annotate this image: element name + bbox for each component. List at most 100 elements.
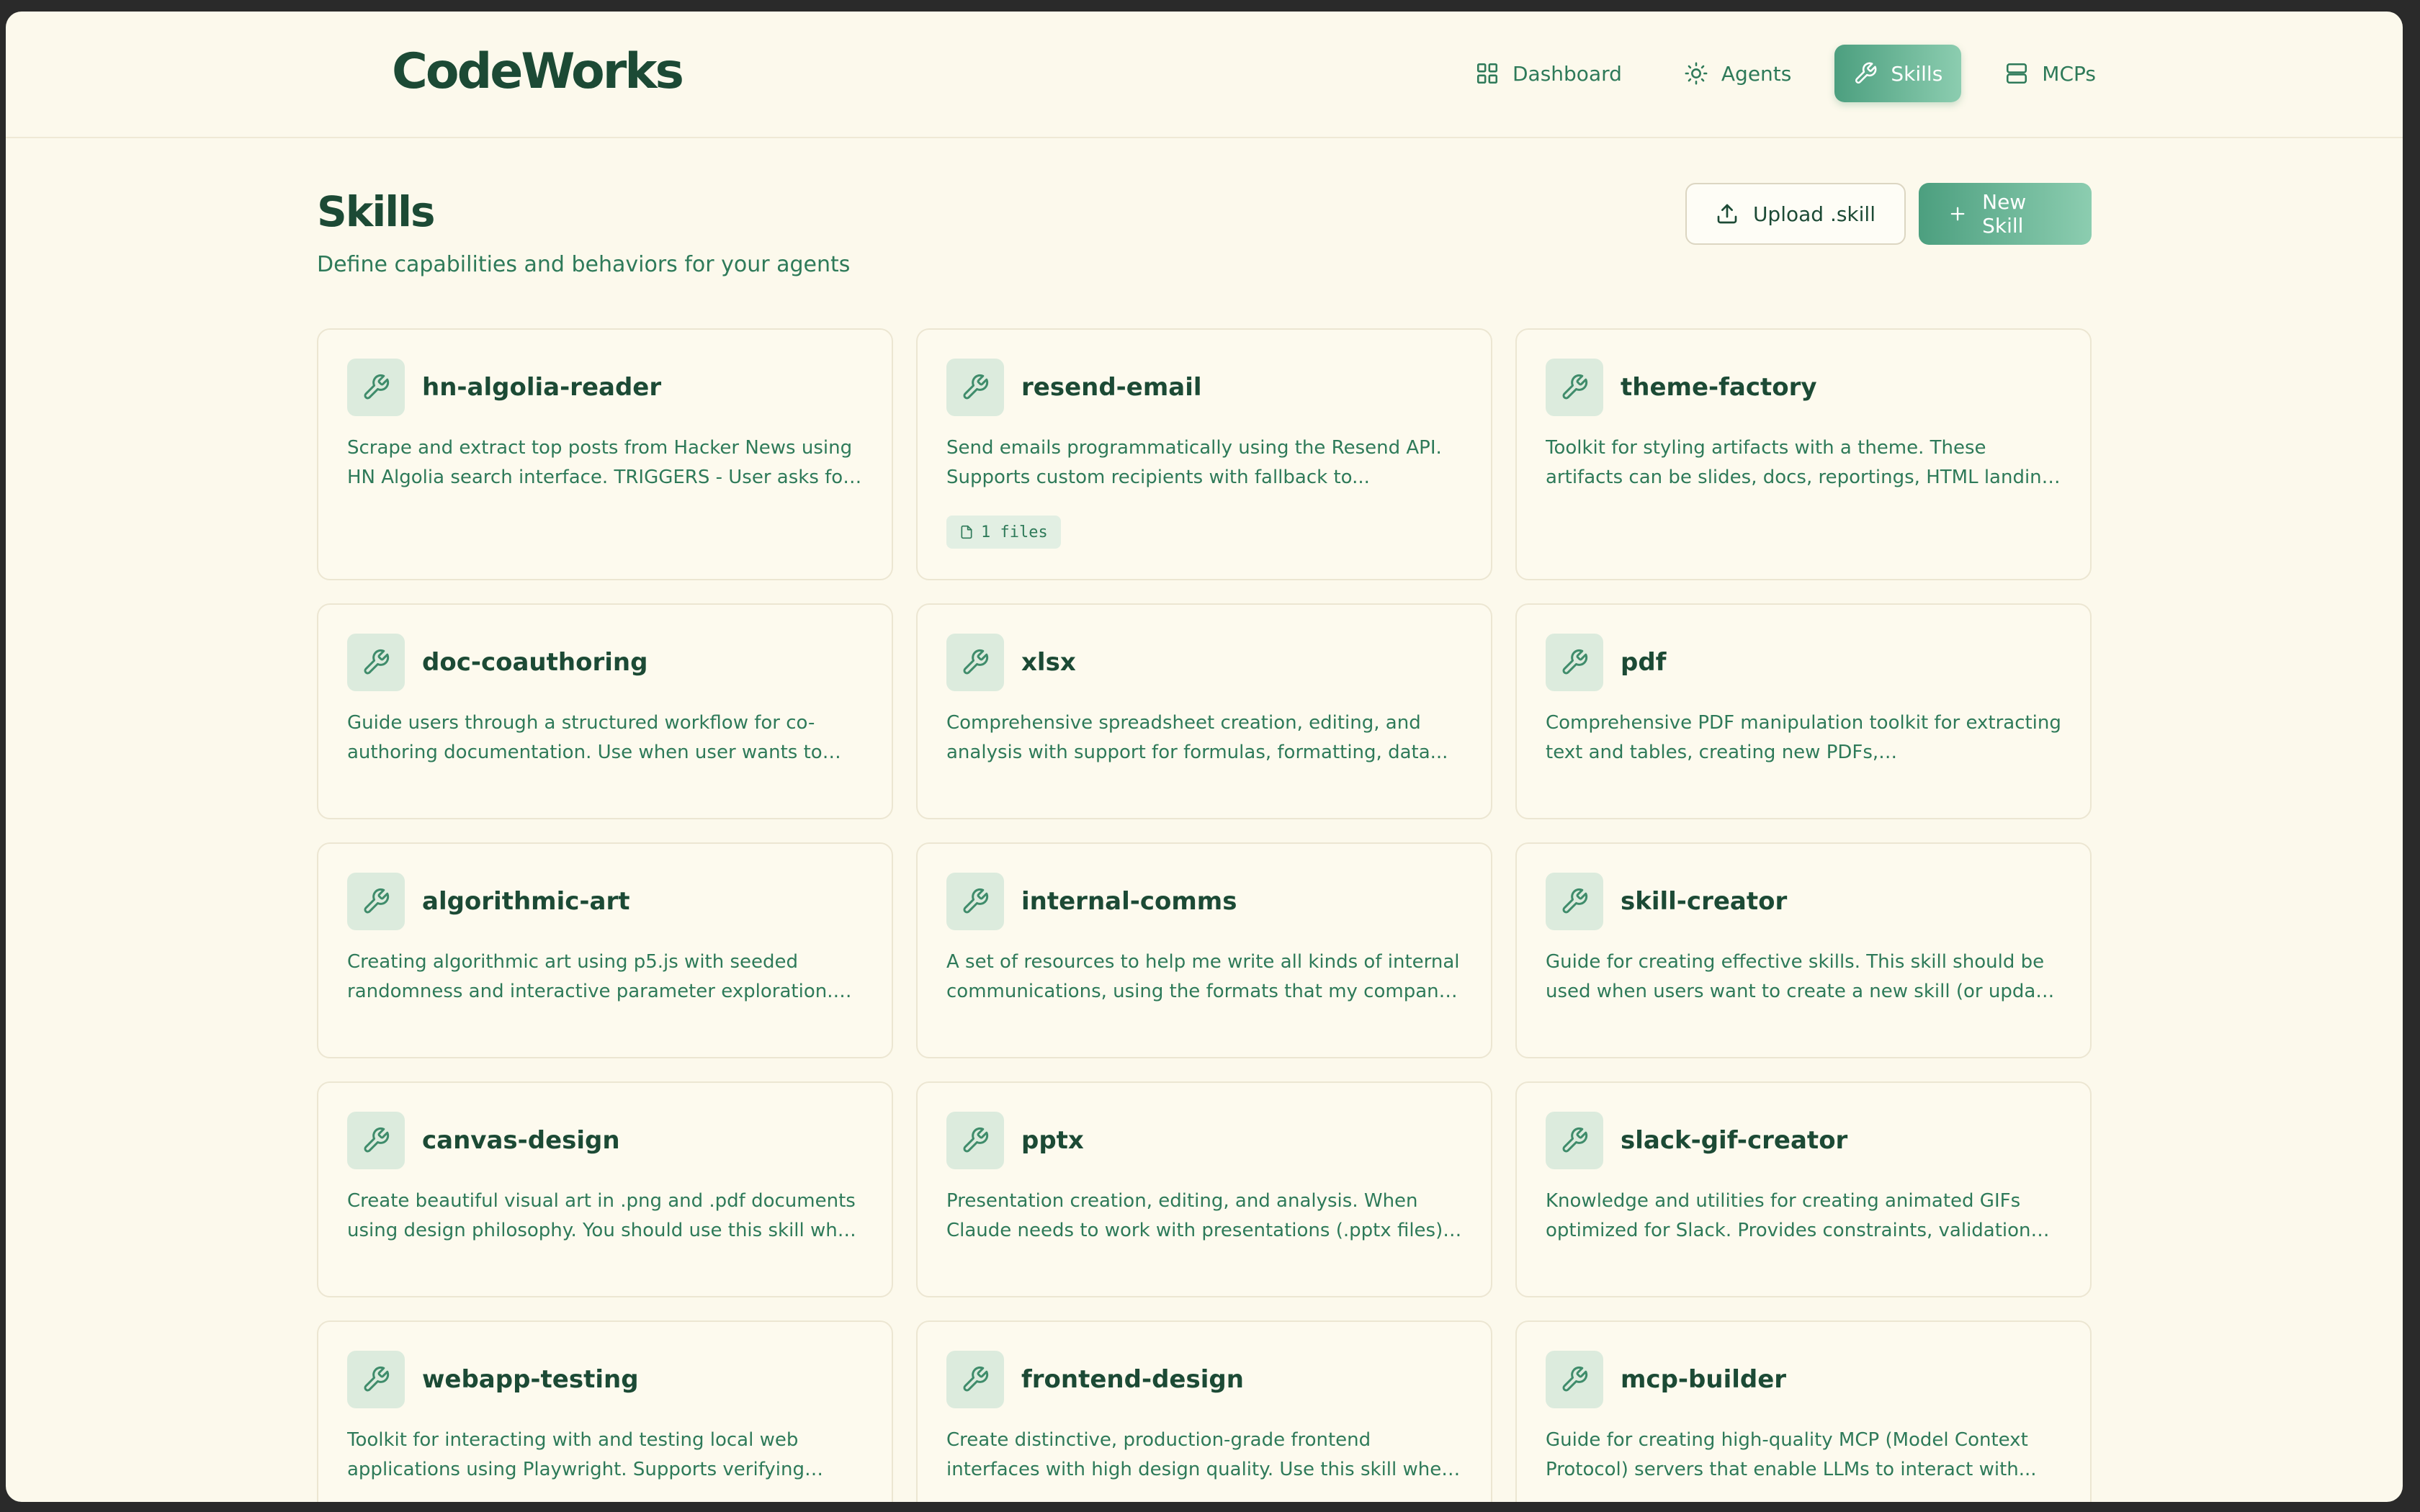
skill-card-webapp-testing[interactable]: webapp-testing Toolkit for interacting w… bbox=[317, 1320, 893, 1502]
skill-card-canvas-design[interactable]: canvas-design Create beautiful visual ar… bbox=[317, 1081, 893, 1297]
skill-card-header: hn-algolia-reader bbox=[347, 359, 863, 416]
skill-icon-box bbox=[1546, 1351, 1603, 1408]
skill-card-header: resend-email bbox=[946, 359, 1462, 416]
skill-card-header: theme-factory bbox=[1546, 359, 2061, 416]
files-badge: 1 files bbox=[946, 516, 1061, 549]
skills-grid: hn-algolia-reader Scrape and extract top… bbox=[317, 328, 2092, 1502]
skill-card-header: frontend-design bbox=[946, 1351, 1462, 1408]
skill-card-hn-algolia-reader[interactable]: hn-algolia-reader Scrape and extract top… bbox=[317, 328, 893, 580]
app-window: CodeWorks Dashboard Agents Skills MCPs S… bbox=[6, 12, 2403, 1502]
wrench-icon bbox=[1562, 1127, 1588, 1153]
skill-name: pdf bbox=[1621, 648, 1667, 677]
file-icon bbox=[961, 525, 972, 539]
wrench-icon bbox=[364, 888, 390, 914]
skill-description: Creating algorithmic art using p5.js wit… bbox=[347, 951, 833, 1002]
wrench-icon bbox=[963, 1127, 989, 1153]
grid-icon bbox=[1476, 63, 1498, 84]
skill-description: Toolkit for interacting with and testing… bbox=[347, 1429, 805, 1480]
skill-card-pdf[interactable]: pdf Comprehensive PDF manipulation toolk… bbox=[1515, 603, 2092, 819]
skill-card-header: algorithmic-art bbox=[347, 873, 863, 930]
nav-mcps-label: MCPs bbox=[2042, 61, 2096, 86]
skill-card-header: pdf bbox=[1546, 634, 2061, 691]
app-logo[interactable]: CodeWorks bbox=[392, 43, 684, 100]
skill-description: Guide users through a structured workflo… bbox=[347, 712, 823, 763]
skill-card-resend-email[interactable]: resend-email Send emails programmaticall… bbox=[916, 328, 1492, 580]
skill-description: Guide for creating high-quality MCP (Mod… bbox=[1546, 1429, 2037, 1480]
skill-description: Guide for creating effective skills. Thi… bbox=[1546, 951, 2055, 1002]
skill-description: Toolkit for styling artifacts with a the… bbox=[1546, 437, 2054, 488]
wrench-icon bbox=[963, 888, 989, 914]
skill-card-header: webapp-testing bbox=[347, 1351, 863, 1408]
skill-icon-box bbox=[946, 1351, 1004, 1408]
plus-icon bbox=[1950, 207, 1965, 221]
wrench-icon bbox=[364, 1127, 390, 1153]
skill-card-mcp-builder[interactable]: mcp-builder Guide for creating high-qual… bbox=[1515, 1320, 2092, 1502]
files-badge-label: 1 files bbox=[981, 523, 1048, 541]
skill-icon-box bbox=[946, 873, 1004, 930]
skill-name: slack-gif-creator bbox=[1621, 1126, 1848, 1155]
wrench-icon bbox=[1562, 888, 1588, 914]
wrench-icon bbox=[364, 1366, 390, 1392]
skill-name: webapp-testing bbox=[422, 1365, 639, 1394]
skill-card-doc-coauthoring[interactable]: doc-coauthoring Guide users through a st… bbox=[317, 603, 893, 819]
skill-icon-box bbox=[347, 1351, 405, 1408]
skill-card-pptx[interactable]: pptx Presentation creation, editing, and… bbox=[916, 1081, 1492, 1297]
skill-description: Knowledge and utilities for creating ani… bbox=[1546, 1190, 2031, 1241]
skill-card-header: canvas-design bbox=[347, 1112, 863, 1169]
nav-dashboard[interactable]: Dashboard bbox=[1456, 45, 1641, 102]
skill-description: Scrape and extract top posts from Hacker… bbox=[347, 437, 853, 488]
skill-card-header: mcp-builder bbox=[1546, 1351, 2061, 1408]
page-title: Skills bbox=[317, 187, 436, 236]
nav-agents-label: Agents bbox=[1721, 61, 1792, 86]
skill-card-slack-gif-creator[interactable]: slack-gif-creator Knowledge and utilitie… bbox=[1515, 1081, 2092, 1297]
wrench-icon bbox=[1562, 374, 1588, 400]
page-subtitle: Define capabilities and behaviors for yo… bbox=[317, 252, 851, 277]
upload-icon bbox=[1717, 204, 1737, 224]
skill-description: Comprehensive PDF manipulation toolkit f… bbox=[1546, 712, 2061, 763]
upload-skill-button[interactable]: Upload .skill bbox=[1685, 183, 1906, 245]
skill-name: resend-email bbox=[1021, 373, 1202, 402]
top-header: CodeWorks Dashboard Agents Skills MCPs bbox=[6, 12, 2403, 138]
skill-icon-box bbox=[1546, 1112, 1603, 1169]
skill-icon-box bbox=[946, 634, 1004, 691]
nav-mcps[interactable]: MCPs bbox=[1986, 45, 2115, 102]
skill-card-internal-comms[interactable]: internal-comms A set of resources to hel… bbox=[916, 842, 1492, 1058]
server-icon bbox=[2007, 63, 2027, 84]
skill-card-xlsx[interactable]: xlsx Comprehensive spreadsheet creation,… bbox=[916, 603, 1492, 819]
skill-name: skill-creator bbox=[1621, 887, 1788, 916]
new-skill-button[interactable]: New Skill bbox=[1919, 183, 2092, 245]
wrench-icon bbox=[1562, 1366, 1588, 1392]
skill-card-header: doc-coauthoring bbox=[347, 634, 863, 691]
new-skill-label: New Skill bbox=[1982, 190, 2027, 238]
skill-card-skill-creator[interactable]: skill-creator Guide for creating effecti… bbox=[1515, 842, 2092, 1058]
nav-agents[interactable]: Agents bbox=[1665, 45, 1810, 102]
skill-description: Create distinctive, production-grade fro… bbox=[946, 1429, 1453, 1480]
skill-card-header: xlsx bbox=[946, 634, 1462, 691]
skill-icon-box bbox=[347, 1112, 405, 1169]
nav-skills[interactable]: Skills bbox=[1834, 45, 1962, 102]
wrench-icon bbox=[1855, 62, 1877, 84]
skill-icon-box bbox=[347, 634, 405, 691]
skill-name: mcp-builder bbox=[1621, 1365, 1787, 1394]
skill-name: theme-factory bbox=[1621, 373, 1817, 402]
skill-card-frontend-design[interactable]: frontend-design Create distinctive, prod… bbox=[916, 1320, 1492, 1502]
skill-icon-box bbox=[946, 1112, 1004, 1169]
sun-icon bbox=[1685, 62, 1708, 85]
wrench-icon bbox=[963, 1366, 989, 1392]
skill-icon-box bbox=[946, 359, 1004, 416]
skill-card-theme-factory[interactable]: theme-factory Toolkit for styling artifa… bbox=[1515, 328, 2092, 580]
wrench-icon bbox=[364, 649, 390, 675]
main-nav: Dashboard Agents Skills MCPs bbox=[1456, 45, 2115, 102]
skill-name: pptx bbox=[1021, 1126, 1084, 1155]
nav-skills-label: Skills bbox=[1891, 61, 1943, 86]
skill-card-header: pptx bbox=[946, 1112, 1462, 1169]
skill-description: Send emails programmatically using the R… bbox=[946, 437, 1442, 488]
nav-dashboard-label: Dashboard bbox=[1512, 61, 1622, 86]
skill-card-header: skill-creator bbox=[1546, 873, 2061, 930]
skill-name: frontend-design bbox=[1021, 1365, 1244, 1394]
skill-icon-box bbox=[1546, 873, 1603, 930]
skill-icon-box bbox=[1546, 634, 1603, 691]
skill-card-algorithmic-art[interactable]: algorithmic-art Creating algorithmic art… bbox=[317, 842, 893, 1058]
skill-card-header: internal-comms bbox=[946, 873, 1462, 930]
skill-icon-box bbox=[347, 359, 405, 416]
